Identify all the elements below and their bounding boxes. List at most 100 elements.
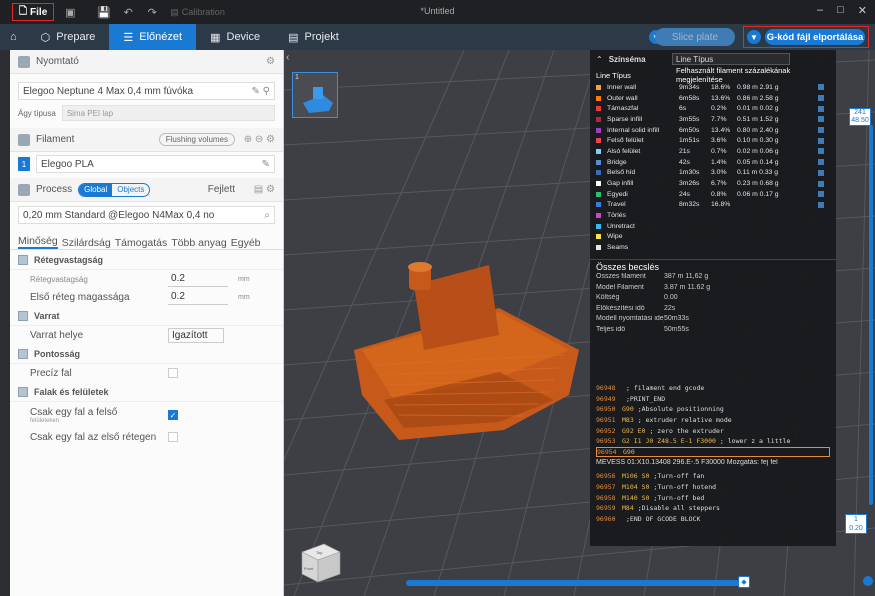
layer-slider-top-label[interactable]: 241 48.50	[849, 108, 871, 126]
view-options-icon[interactable]	[863, 576, 873, 586]
save-icon[interactable]: 💾	[96, 4, 112, 20]
process-objects-option[interactable]: Objects	[112, 184, 149, 196]
layer-slider[interactable]	[869, 125, 873, 505]
undo-icon[interactable]: ↶	[120, 4, 136, 20]
process-scope-toggle[interactable]: Global Objects	[78, 182, 151, 197]
legend-row[interactable]: Outer wall 6m58s 13.6% 0.86 m 2.58 g	[590, 93, 836, 104]
calibration-menu[interactable]: ▤ Calibration	[170, 7, 225, 18]
tab-strength[interactable]: Szilárdság	[62, 237, 111, 249]
precise-wall-checkbox[interactable]	[168, 368, 178, 378]
legend-row[interactable]: Törlés	[590, 210, 836, 221]
legend-row[interactable]: Belső híd 1m30s 3.0% 0.11 m 0.33 g	[590, 168, 836, 179]
close-button[interactable]: ✕	[858, 4, 867, 17]
view-cube[interactable]: Top Front	[298, 540, 344, 584]
legend-row[interactable]: Sparse infill 3m55s 7.7% 0.51 m 1.52 g	[590, 114, 836, 125]
bed-type-select[interactable]: Sima PEI lap	[61, 105, 275, 121]
visibility-checkbox[interactable]	[818, 201, 824, 208]
gcode-line[interactable]: 96950 G90 ;Absolute positionning	[596, 404, 830, 415]
tab-quality[interactable]: Minőség	[18, 235, 58, 249]
visibility-checkbox[interactable]	[818, 137, 824, 144]
printer-select[interactable]: Elegoo Neptune 4 Max 0,4 mm fúvóka ✎ ⚲	[18, 82, 275, 100]
gcode-line[interactable]: 96960 ;END OF GCODE BLOCK	[596, 514, 830, 525]
visibility-checkbox[interactable]	[818, 127, 824, 134]
visibility-checkbox[interactable]	[818, 148, 824, 155]
legend-row[interactable]: Unretract	[590, 221, 836, 232]
process-settings-icons[interactable]: ▤ ⚙	[254, 184, 275, 195]
filament-add-remove-icons[interactable]: ⊕ ⊖ ⚙	[244, 134, 275, 145]
view-cube-front[interactable]: Front	[304, 566, 314, 571]
gcode-line-number: 96957	[596, 483, 616, 492]
legend-swatch	[596, 191, 601, 197]
minimize-button[interactable]: –	[817, 4, 823, 17]
visibility-checkbox[interactable]	[818, 84, 824, 91]
legend-row[interactable]: Travel 8m32s 16.8%	[590, 200, 836, 211]
collapse-icon[interactable]: ⌃	[596, 55, 603, 64]
tab-other[interactable]: Egyéb	[231, 237, 261, 249]
maximize-button[interactable]: □	[837, 4, 844, 17]
export-dropdown-icon[interactable]: ▼	[747, 30, 761, 44]
first-layer-height-input[interactable]: 0.2	[168, 290, 228, 305]
tab-preview[interactable]: ☰ Előnézet	[109, 24, 197, 50]
legend-row[interactable]: Egyedi 24s 0.8% 0.06 m 0.17 g	[590, 189, 836, 200]
export-gcode-button[interactable]: G-kód fájl elportálása	[765, 29, 865, 45]
process-global-option[interactable]: Global	[79, 183, 113, 196]
search-icon[interactable]: ⌕	[264, 210, 270, 221]
legend-row[interactable]: Seams	[590, 242, 836, 253]
color-scheme-select[interactable]: Line Típus	[672, 53, 790, 65]
tab-device[interactable]: ▦ Device	[196, 24, 274, 50]
settings-icon[interactable]: ⚙	[266, 56, 275, 67]
slice-plate-button[interactable]: Slice plate	[655, 28, 735, 46]
visibility-checkbox[interactable]	[818, 159, 824, 166]
collapse-arrow-icon[interactable]: ‹	[286, 52, 289, 63]
edit-wifi-icons[interactable]: ✎ ⚲	[252, 86, 270, 97]
legend-row[interactable]: Támaszfal 6s 0.2% 0.01 m 0.02 g	[590, 103, 836, 114]
edit-icon[interactable]: ✎	[262, 159, 270, 170]
only-one-wall-top-checkbox[interactable]: ✓	[168, 410, 178, 420]
process-select[interactable]: 0,20 mm Standard @Elegoo N4Max 0,4 no ⌕	[18, 206, 275, 224]
plate-thumbnail[interactable]: 1	[292, 72, 338, 118]
visibility-checkbox[interactable]	[818, 105, 824, 112]
flushing-volumes-button[interactable]: Flushing volumes	[158, 133, 235, 146]
layer-slider-bottom-label[interactable]: 1 0.20	[845, 514, 867, 534]
layer-height-input[interactable]: 0.2	[168, 272, 228, 287]
legend-row[interactable]: Wipe	[590, 232, 836, 243]
gcode-line[interactable]: 96949 ;PRINT_END	[596, 394, 830, 405]
only-one-wall-first-checkbox[interactable]	[168, 432, 178, 442]
tab-multimaterial[interactable]: Több anyag	[171, 237, 226, 249]
gcode-line[interactable]: 96952 G92 E0; zero the extruder	[596, 425, 830, 436]
gcode-line[interactable]: 96956 M106 S0 ;Turn-off fan	[596, 471, 830, 482]
visibility-checkbox[interactable]	[818, 191, 824, 198]
gcode-line[interactable]: 96948 ; filament end gcode	[596, 383, 830, 394]
file-menu-button[interactable]: 🗋 File	[12, 3, 55, 21]
gcode-line[interactable]: 96959 M84 ;Disable all steppers	[596, 503, 830, 514]
tab-home[interactable]: ⌂	[0, 24, 27, 50]
legend-row[interactable]: Bridge 42s 1.4% 0.05 m 0.14 g	[590, 157, 836, 168]
legend-percent: 3.0%	[711, 169, 727, 177]
view-cube-top[interactable]: Top	[316, 550, 323, 555]
gcode-line[interactable]: 96953 G2 I1 J0 Z48.5 E-1 F3000; lower z a…	[596, 436, 830, 447]
gcode-line[interactable]: 96958 M140 S0 ;Turn-off bed	[596, 492, 830, 503]
seam-position-select[interactable]: Igazított	[168, 327, 224, 343]
visibility-checkbox[interactable]	[818, 169, 824, 176]
move-slider-knob[interactable]: ◆	[738, 576, 750, 588]
gcode-line[interactable]: 96951 M83; extruder relative mode	[596, 415, 830, 426]
redo-icon[interactable]: ↷	[144, 4, 160, 20]
tab-project[interactable]: ▤ Projekt	[274, 24, 353, 50]
legend-row[interactable]: Internal solid infill 6m50s 13.4% 0.80 m 2.…	[590, 125, 836, 136]
preview-viewport[interactable]: ‹ 1 ⌃ Színséma Line Típus Line Típus Fel…	[284, 50, 875, 596]
visibility-checkbox[interactable]	[818, 180, 824, 187]
visibility-checkbox[interactable]	[818, 116, 824, 123]
benchy-model[interactable]	[354, 262, 579, 440]
gcode-line[interactable]: 96954 G90	[596, 446, 830, 458]
tab-prepare[interactable]: ⬡ Prepare	[27, 24, 110, 50]
filament-select[interactable]: Elegoo PLA ✎	[36, 155, 275, 173]
tab-support[interactable]: Támogatás	[115, 237, 168, 249]
legend-row[interactable]: Inner wall 9m34s 18.6% 0.98 m 2.91 g	[590, 82, 836, 93]
legend-row[interactable]: Gap infill 3m26s 6.7% 0.23 m 0.68 g	[590, 178, 836, 189]
visibility-checkbox[interactable]	[818, 95, 824, 102]
legend-row[interactable]: Felső felület 1m51s 3.6% 0.10 m 0.30 g	[590, 135, 836, 146]
dashboard-icon[interactable]: ▣	[62, 4, 78, 20]
gcode-line[interactable]: 96957 M104 S0 ;Turn-off hotend	[596, 482, 830, 493]
legend-row[interactable]: Alsó felület 21s 0.7% 0.02 m 0.06 g	[590, 146, 836, 157]
move-slider[interactable]: ◆	[406, 576, 750, 588]
